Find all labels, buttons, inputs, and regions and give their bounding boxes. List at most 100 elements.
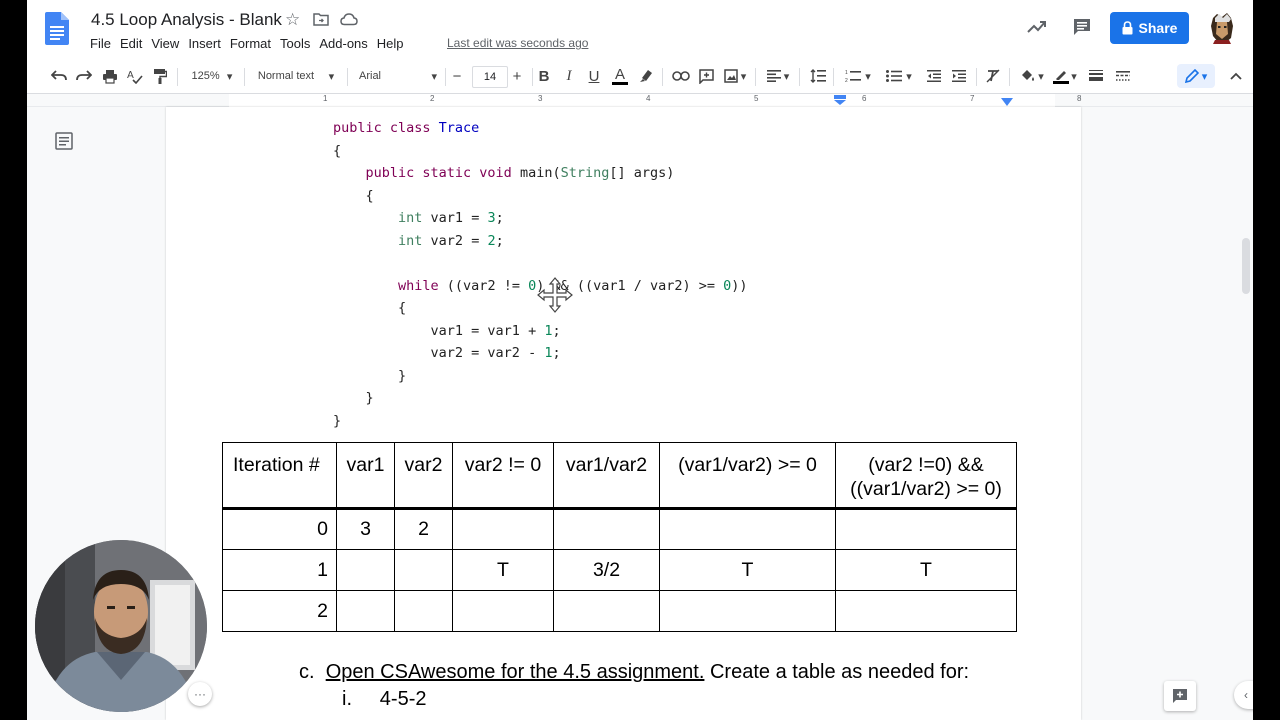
table-cell[interactable] <box>553 590 660 632</box>
account-avatar[interactable] <box>1207 12 1237 44</box>
table-cell[interactable] <box>452 590 554 632</box>
header-ratio-gte-zero[interactable]: (var1/var2) >= 0 <box>659 442 836 509</box>
activity-dashboard-icon[interactable] <box>1027 19 1047 35</box>
italic-button[interactable]: I <box>559 58 579 94</box>
header-combined-condition[interactable]: (var2 !=0) && ((var1/var2) >= 0) <box>835 442 1017 509</box>
paragraph-style-select[interactable]: Normal text ▾ <box>251 58 341 94</box>
clear-formatting-icon[interactable] <box>982 58 1004 94</box>
table-cell[interactable] <box>835 508 1017 550</box>
table-cell[interactable]: T <box>659 549 836 591</box>
add-comment-button[interactable] <box>1164 681 1196 711</box>
bold-button[interactable]: B <box>534 58 554 94</box>
border-dash-icon[interactable] <box>1112 58 1134 94</box>
border-width-icon[interactable] <box>1085 58 1107 94</box>
increase-indent-icon[interactable] <box>948 58 970 94</box>
menu-edit[interactable]: Edit <box>120 36 150 51</box>
vertical-scrollbar-thumb[interactable] <box>1242 238 1250 294</box>
horizontal-ruler[interactable]: 1 2 3 4 5 6 7 8 <box>27 94 1253 107</box>
table-cell[interactable] <box>336 590 395 632</box>
code-line: var2 = var2 - 1; <box>333 342 748 365</box>
menu-addons[interactable]: Add-ons <box>319 36 375 51</box>
docs-logo-icon[interactable] <box>45 12 69 45</box>
menu-file[interactable]: File <box>90 36 119 51</box>
undo-icon[interactable] <box>47 58 71 94</box>
document-outline-icon[interactable] <box>55 132 73 150</box>
code-token: var1 = var1 + <box>333 322 545 339</box>
table-row: 1 T 3/2 T T <box>222 549 1017 591</box>
comment-history-icon[interactable] <box>1072 18 1092 36</box>
align-left-icon[interactable]: ▾ <box>763 58 793 94</box>
spellcheck-icon[interactable]: A <box>123 58 147 94</box>
side-panel-toggle-button[interactable]: ‹ <box>1234 681 1253 709</box>
table-cell[interactable] <box>553 508 660 550</box>
last-edit-link[interactable]: Last edit was seconds ago <box>447 36 588 50</box>
underline-button[interactable]: U <box>584 58 604 94</box>
csawesome-link[interactable]: Open CSAwesome for the 4.5 assignment. <box>326 661 705 683</box>
header-iteration[interactable]: Iteration # <box>222 442 337 509</box>
insert-image-icon[interactable]: ▾ <box>720 58 750 94</box>
bulleted-list-icon[interactable]: ▾ <box>882 58 916 94</box>
insert-comment-icon[interactable] <box>695 58 717 94</box>
ruler-number: 7 <box>970 94 975 103</box>
table-cell[interactable]: 3 <box>336 508 395 550</box>
header-var2[interactable]: var2 <box>394 442 453 509</box>
table-cell[interactable] <box>452 508 554 550</box>
menu-help[interactable]: Help <box>377 36 412 51</box>
code-token: main( <box>519 165 561 181</box>
table-cell[interactable]: T <box>835 549 1017 591</box>
menu-tools[interactable]: Tools <box>280 36 318 51</box>
table-cell[interactable]: 0 <box>222 508 337 550</box>
editing-mode-button[interactable]: ▾ <box>1177 64 1215 88</box>
menu-view[interactable]: View <box>151 36 187 51</box>
table-cell[interactable]: T <box>452 549 554 591</box>
list-item-text: Create a table as needed for: <box>704 661 970 683</box>
menu-format[interactable]: Format <box>230 36 279 51</box>
paint-format-icon[interactable] <box>148 58 172 94</box>
insert-link-icon[interactable] <box>670 58 692 94</box>
increase-font-size-button[interactable]: + <box>507 58 527 94</box>
border-color-icon[interactable]: ▾ <box>1050 58 1080 94</box>
table-cell[interactable]: 3/2 <box>553 549 660 591</box>
code-token: ; <box>552 322 561 339</box>
highlight-color-icon[interactable] <box>635 58 657 94</box>
decrease-indent-icon[interactable] <box>923 58 945 94</box>
header-var2-not-zero[interactable]: var2 != 0 <box>452 442 554 509</box>
redo-icon[interactable] <box>72 58 96 94</box>
line-spacing-icon[interactable] <box>807 58 829 94</box>
table-cell[interactable] <box>394 549 453 591</box>
text-color-button[interactable]: A <box>609 58 631 94</box>
zoom-select[interactable]: 125% ▾ <box>185 58 239 94</box>
right-indent-marker-icon[interactable] <box>1001 98 1013 106</box>
table-cell[interactable]: 2 <box>394 508 453 550</box>
table-cell[interactable]: 1 <box>222 549 337 591</box>
svg-text:1: 1 <box>845 70 848 76</box>
cloud-saved-icon[interactable] <box>340 12 358 26</box>
code-token: var1 = <box>422 210 488 226</box>
numbered-list-icon[interactable]: 12 ▾ <box>841 58 875 94</box>
left-indent-marker-icon[interactable] <box>833 95 847 105</box>
trace-table[interactable]: Iteration # var1 var2 var2 != 0 var1/var… <box>222 442 1017 632</box>
table-cell[interactable] <box>659 508 836 550</box>
header-var1-div-var2[interactable]: var1/var2 <box>553 442 660 509</box>
table-cell[interactable] <box>659 590 836 632</box>
cell-background-color-icon[interactable]: ▾ <box>1017 58 1047 94</box>
move-to-folder-icon[interactable] <box>313 12 329 26</box>
table-cell[interactable] <box>835 590 1017 632</box>
chevron-left-icon: ‹ <box>1244 688 1248 702</box>
menu-insert[interactable]: Insert <box>188 36 229 51</box>
video-more-options-button[interactable]: ··· <box>188 682 212 706</box>
share-button[interactable]: Share <box>1110 12 1189 44</box>
font-family-select[interactable]: Arial ▾ <box>355 58 441 94</box>
font-size-input[interactable]: 14 <box>472 66 508 88</box>
star-icon[interactable]: ☆ <box>285 10 300 30</box>
java-code-block[interactable]: public class Trace { public static void m… <box>333 117 748 432</box>
header-var1[interactable]: var1 <box>336 442 395 509</box>
print-icon[interactable] <box>98 58 122 94</box>
collapse-menus-icon[interactable] <box>1225 58 1247 94</box>
code-token: 3 <box>487 210 496 226</box>
decrease-font-size-button[interactable]: − <box>447 58 467 94</box>
table-cell[interactable] <box>394 590 453 632</box>
table-cell[interactable] <box>336 549 395 591</box>
table-cell[interactable]: 2 <box>222 590 337 632</box>
document-title[interactable]: 4.5 Loop Analysis - Blank <box>91 10 282 30</box>
